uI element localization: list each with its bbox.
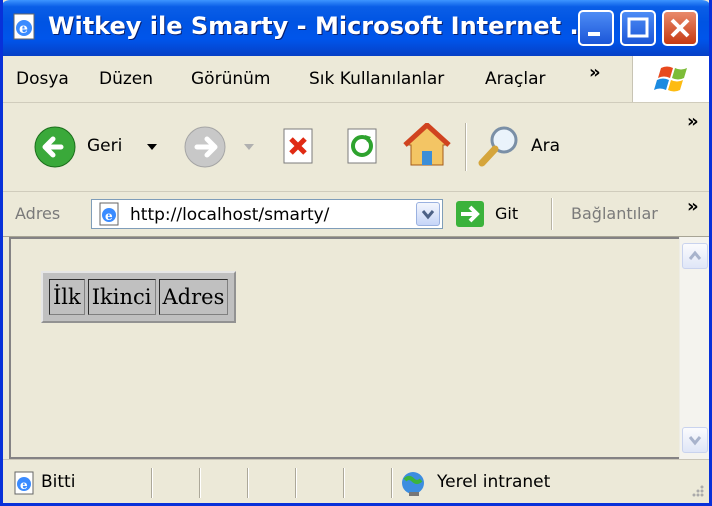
chevron-up-icon bbox=[688, 250, 702, 260]
windows-flag-icon bbox=[654, 66, 687, 92]
browser-window: e Witkey ile Smarty - Microsoft Internet… bbox=[0, 0, 712, 506]
address-separator bbox=[551, 198, 552, 230]
menu-gorunum[interactable]: Görünüm bbox=[191, 69, 270, 89]
stop-icon bbox=[283, 128, 313, 164]
home-button[interactable] bbox=[403, 121, 451, 173]
toolbar-overflow-chevron[interactable]: » bbox=[687, 111, 699, 132]
status-separator bbox=[391, 468, 392, 498]
address-input[interactable]: e http://localhost/smarty/ bbox=[91, 199, 443, 229]
menu-dosya[interactable]: Dosya bbox=[16, 69, 69, 89]
table-cell: Ikinci bbox=[87, 279, 156, 315]
chevron-down-icon bbox=[688, 436, 702, 446]
menu-araclar[interactable]: Araçlar bbox=[485, 69, 546, 89]
data-table: İlk Ikinci Adres bbox=[41, 271, 237, 323]
back-arrow-icon bbox=[34, 126, 76, 168]
address-dropdown-button[interactable] bbox=[416, 202, 440, 226]
forward-button[interactable] bbox=[183, 125, 227, 173]
table-cell: Adres bbox=[158, 279, 229, 315]
forward-dropdown-arrow-icon[interactable] bbox=[243, 142, 255, 152]
maximize-button[interactable] bbox=[620, 10, 656, 46]
menu-duzen[interactable]: Düzen bbox=[99, 69, 153, 89]
menu-sik-kullanilanlar[interactable]: Sık Kullanılanlar bbox=[309, 69, 444, 89]
status-bar: e Bitti Yerel intranet bbox=[3, 459, 709, 503]
security-zone-label: Yerel intranet bbox=[437, 472, 551, 492]
stop-button[interactable] bbox=[279, 127, 319, 171]
links-label[interactable]: Bağlantılar bbox=[571, 204, 658, 223]
address-url[interactable]: http://localhost/smarty/ bbox=[130, 205, 329, 225]
go-arrow-icon bbox=[456, 201, 484, 227]
chevron-down-icon bbox=[421, 210, 435, 220]
page-icon: e bbox=[99, 202, 119, 226]
ie-page-icon: e bbox=[14, 471, 34, 495]
intranet-globe-icon bbox=[402, 472, 424, 496]
windows-logo bbox=[632, 56, 709, 102]
search-button[interactable] bbox=[477, 123, 523, 173]
scroll-up-button[interactable] bbox=[682, 243, 708, 269]
refresh-icon bbox=[347, 128, 377, 164]
table-cell: İlk bbox=[49, 279, 85, 315]
status-separator bbox=[295, 468, 296, 498]
svg-text:e: e bbox=[20, 478, 28, 492]
address-bar: Adres e http://localhost/smarty/ Git Bağ… bbox=[3, 192, 709, 237]
search-icon bbox=[478, 126, 518, 167]
search-label[interactable]: Ara bbox=[531, 136, 560, 156]
menu-overflow-chevron[interactable]: » bbox=[589, 62, 601, 83]
maximize-icon bbox=[627, 17, 649, 38]
close-icon bbox=[670, 18, 690, 38]
title-bar[interactable]: e Witkey ile Smarty - Microsoft Internet… bbox=[3, 0, 709, 56]
window-title: Witkey ile Smarty - Microsoft Internet .… bbox=[48, 12, 597, 40]
refresh-button[interactable] bbox=[343, 127, 383, 171]
close-button[interactable] bbox=[662, 10, 698, 46]
svg-text:e: e bbox=[105, 209, 113, 223]
menu-bar: Dosya Düzen Görünüm Sık Kullanılanlar Ar… bbox=[3, 56, 709, 103]
scroll-down-button[interactable] bbox=[682, 427, 708, 453]
status-text: Bitti bbox=[41, 472, 76, 492]
go-button[interactable] bbox=[455, 200, 485, 228]
status-separator bbox=[199, 468, 200, 498]
resize-grip-icon[interactable] bbox=[687, 482, 705, 500]
go-label[interactable]: Git bbox=[495, 204, 518, 223]
status-separator bbox=[343, 468, 344, 498]
back-dropdown-arrow-icon[interactable] bbox=[146, 142, 158, 152]
address-label: Adres bbox=[15, 204, 61, 223]
minimize-button[interactable] bbox=[578, 10, 614, 46]
table-row: İlk Ikinci Adres bbox=[49, 279, 229, 315]
ie-page-icon: e bbox=[13, 13, 35, 40]
vertical-scrollbar[interactable] bbox=[679, 237, 709, 459]
address-overflow-chevron[interactable]: » bbox=[687, 196, 699, 217]
svg-text:e: e bbox=[19, 21, 28, 37]
back-button[interactable] bbox=[33, 125, 77, 173]
status-separator bbox=[151, 468, 152, 498]
standard-toolbar: Geri Ara » bbox=[3, 103, 709, 192]
status-separator bbox=[247, 468, 248, 498]
home-icon bbox=[403, 121, 451, 166]
forward-arrow-icon bbox=[184, 126, 226, 168]
back-label[interactable]: Geri bbox=[87, 136, 122, 156]
page-content: İlk Ikinci Adres bbox=[9, 237, 679, 459]
minimize-icon bbox=[588, 32, 600, 36]
toolbar-separator bbox=[465, 123, 466, 171]
